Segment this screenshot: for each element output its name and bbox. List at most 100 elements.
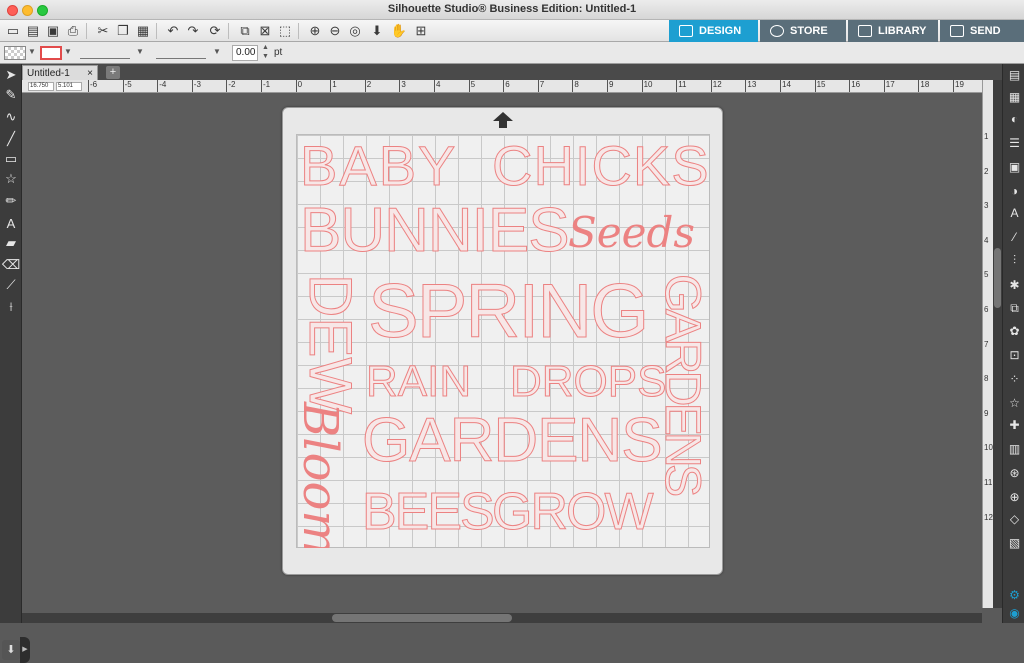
fill-tool-icon[interactable]: ▰ <box>2 234 20 252</box>
add-tab-button[interactable]: + <box>106 66 120 79</box>
horizontal-scroll-thumb[interactable] <box>332 614 512 622</box>
tab-design[interactable]: DESIGN <box>669 20 758 42</box>
transparency-icon[interactable]: ◑ <box>1006 182 1023 199</box>
open-folder-icon[interactable]: ▤ <box>24 22 42 40</box>
fill-panel-icon[interactable]: ◐ <box>1006 110 1023 127</box>
star-panel-icon[interactable]: ☆ <box>1006 394 1023 411</box>
text-tool-icon[interactable]: A <box>2 214 20 232</box>
line-width-input[interactable]: 0.00 <box>232 45 258 61</box>
toolbar-divider <box>86 23 87 39</box>
rhinestone-icon[interactable]: ◇ <box>1006 510 1023 527</box>
fit-page-icon[interactable]: ⊞ <box>412 22 430 40</box>
vertical-scrollbar[interactable] <box>993 80 1002 608</box>
word-spring[interactable]: SPRING <box>367 273 649 350</box>
save-icon[interactable]: ▣ <box>44 22 62 40</box>
sketch-icon[interactable]: ⊛ <box>1006 464 1023 481</box>
chevron-down-icon[interactable]: ▼ <box>64 47 72 56</box>
page-setup-icon[interactable]: ▤ <box>1006 66 1023 83</box>
offset-icon[interactable]: ⊡ <box>1006 346 1023 363</box>
move-down-icon[interactable]: ⬇ <box>368 22 386 40</box>
refresh-icon[interactable]: ⟳ <box>206 22 224 40</box>
line-style-select[interactable] <box>80 47 130 59</box>
line-color-swatch[interactable] <box>40 46 62 60</box>
word-bees[interactable]: BEES <box>362 486 496 539</box>
design-page-icon[interactable]: ▦ <box>1006 88 1023 105</box>
stepper-icon[interactable]: ▼ <box>262 53 269 60</box>
line-end-select[interactable] <box>156 47 206 59</box>
eraser-tool-icon[interactable]: ⌫ <box>2 256 20 274</box>
select-all-icon[interactable]: ⬚ <box>276 22 294 40</box>
print-icon[interactable]: ⎙ <box>64 22 82 40</box>
vertical-scroll-thumb[interactable] <box>994 248 1001 308</box>
undo-icon[interactable]: ↶ <box>164 22 182 40</box>
image-panel-icon[interactable]: ▣ <box>1006 158 1023 175</box>
send-icon <box>950 25 964 37</box>
redo-icon[interactable]: ↷ <box>184 22 202 40</box>
zoom-fit-icon[interactable]: ◎ <box>346 22 364 40</box>
paste-icon[interactable]: ▦ <box>134 22 152 40</box>
word-baby[interactable]: BABY <box>299 137 457 194</box>
ruler-tick-label: 11 <box>678 80 687 89</box>
ruler-tick-label: 1 <box>984 132 989 141</box>
word-rain[interactable]: RAIN <box>365 359 471 404</box>
zoom-in-icon[interactable]: ⊕ <box>306 22 324 40</box>
curve-tool-icon[interactable]: ∿ <box>2 108 20 126</box>
ruler-tick <box>883 80 885 92</box>
help-icon[interactable]: ◉ <box>1006 604 1023 621</box>
ruler-tick <box>537 80 539 92</box>
word-seeds[interactable]: Seeds <box>568 212 695 254</box>
tab-library[interactable]: LIBRARY <box>848 20 938 42</box>
select-arrow-icon[interactable]: ➤ <box>2 66 20 84</box>
ungroup-icon[interactable]: ⊠ <box>256 22 274 40</box>
pencil-tool-icon[interactable]: ✏ <box>2 192 20 210</box>
import-icon[interactable]: ⬇ <box>2 640 20 660</box>
knife-tool-icon[interactable]: ⟋ <box>2 276 20 294</box>
align-icon[interactable]: ⫶ <box>1006 252 1023 269</box>
eyedropper-icon[interactable]: ⟊ <box>2 298 20 316</box>
settings-gear-icon[interactable]: ⚙ <box>1006 586 1023 603</box>
point-edit-icon[interactable]: ✎ <box>2 86 20 104</box>
copy-icon[interactable]: ❐ <box>114 22 132 40</box>
line-tool-icon[interactable]: ╱ <box>2 130 20 148</box>
transform-icon[interactable]: ✱ <box>1006 276 1023 293</box>
word-bunnies[interactable]: BUNNIES <box>300 199 571 262</box>
cut-icon[interactable]: ✂ <box>94 22 112 40</box>
design-word-art[interactable]: BABY CHICKS BUNNIES Seeds DEW SPRING GAR… <box>296 134 710 548</box>
puzzle-icon[interactable]: ✚ <box>1006 416 1023 433</box>
word-drops[interactable]: DROPS <box>509 359 666 404</box>
word-gardens[interactable]: GARDENS <box>362 409 664 472</box>
chevron-down-icon[interactable]: ▼ <box>136 47 144 56</box>
replicate-icon[interactable]: ⧉ <box>1006 300 1023 317</box>
ruler-tick <box>710 80 712 92</box>
tab-send[interactable]: SEND <box>940 20 1024 42</box>
layers-icon[interactable]: ▥ <box>1006 440 1023 457</box>
word-bloom[interactable]: Bloom <box>296 402 348 548</box>
new-document-icon[interactable]: ▭ <box>4 22 22 40</box>
pan-hand-icon[interactable]: ✋ <box>390 22 408 40</box>
map-icon[interactable]: ▧ <box>1006 534 1023 551</box>
ruler-tick <box>434 80 435 92</box>
star-tool-icon[interactable]: ☆ <box>2 170 20 188</box>
chevron-down-icon[interactable]: ▼ <box>28 47 36 56</box>
trace-icon[interactable]: ⁘ <box>1006 370 1023 387</box>
text-style-icon[interactable]: A <box>1006 204 1023 221</box>
close-icon[interactable]: × <box>87 68 93 79</box>
chevron-down-icon[interactable]: ▼ <box>213 47 221 56</box>
group-icon[interactable]: ⧉ <box>236 22 254 40</box>
expand-panel-icon[interactable]: ▶ <box>20 637 30 663</box>
word-grow[interactable]: GROW <box>492 486 655 539</box>
toolbar-divider <box>156 23 157 39</box>
stepper-icon[interactable]: ▲ <box>262 44 269 51</box>
modify-icon[interactable]: ✿ <box>1006 322 1023 339</box>
zoom-out-icon[interactable]: ⊖ <box>326 22 344 40</box>
vertical-ruler: 1 2 3 4 5 6 7 8 9 10 11 12 <box>982 80 993 608</box>
pixscan-icon[interactable]: ⊕ <box>1006 488 1023 505</box>
word-chicks[interactable]: CHICKS <box>492 137 710 194</box>
fill-color-swatch[interactable] <box>4 46 26 60</box>
text-path-icon[interactable]: ⁄ <box>1006 228 1023 245</box>
word-dew[interactable]: DEW <box>297 274 365 415</box>
line-style-icon[interactable]: ☰ <box>1006 134 1023 151</box>
tab-store[interactable]: STORE <box>760 20 846 42</box>
rectangle-tool-icon[interactable]: ▭ <box>2 150 20 168</box>
tab-untitled-1[interactable]: Untitled-1 × <box>22 65 98 80</box>
